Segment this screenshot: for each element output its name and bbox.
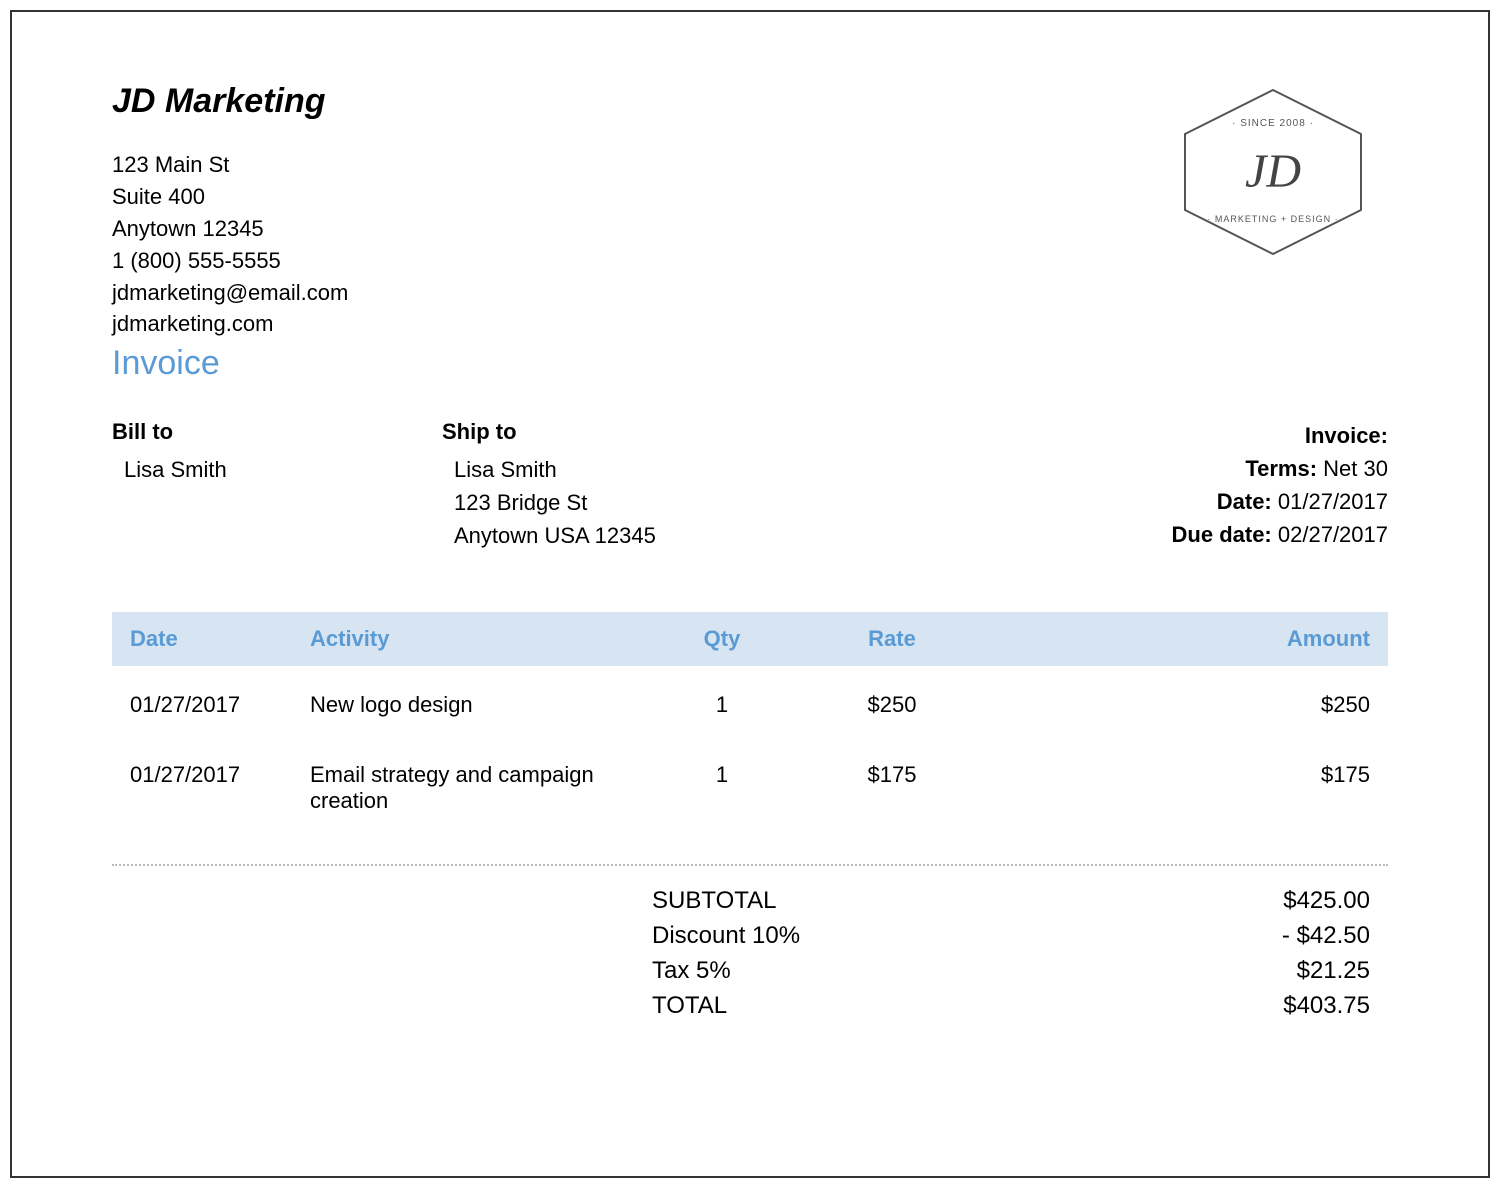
subtotal-row: SUBTOTAL $425.00 bbox=[112, 884, 1388, 919]
total-value: $403.75 bbox=[952, 989, 1388, 1024]
logo-block: · SINCE 2008 · JD · MARKETING + DESIGN · bbox=[1158, 82, 1388, 267]
bill-to-name: Lisa Smith bbox=[124, 453, 442, 486]
item-date: 01/27/2017 bbox=[112, 666, 292, 728]
item-amount: $175 bbox=[992, 728, 1388, 824]
totals-block: SUBTOTAL $425.00 Discount 10% - $42.50 T… bbox=[112, 884, 1388, 1023]
col-header-rate: Rate bbox=[792, 612, 992, 666]
col-header-qty: Qty bbox=[652, 612, 792, 666]
subtotal-value: $425.00 bbox=[952, 884, 1388, 919]
col-header-date: Date bbox=[112, 612, 292, 666]
date-value: 01/27/2017 bbox=[1278, 489, 1388, 514]
tax-row: Tax 5% $21.25 bbox=[112, 954, 1388, 989]
company-address2: Suite 400 bbox=[112, 181, 1158, 213]
company-city-zip: Anytown 12345 bbox=[112, 213, 1158, 245]
bill-to-label: Bill to bbox=[112, 419, 442, 445]
logo-tagline: · MARKETING + DESIGN · bbox=[1207, 214, 1338, 224]
tax-label: Tax 5% bbox=[652, 954, 952, 989]
ship-to-address: 123 Bridge St bbox=[454, 486, 872, 519]
invoice-number-label: Invoice: bbox=[1305, 423, 1388, 448]
ship-to-block: Ship to Lisa Smith 123 Bridge St Anytown… bbox=[442, 419, 872, 552]
invoice-meta-block: Invoice: Terms: Net 30 Date: 01/27/2017 … bbox=[872, 419, 1388, 552]
item-rate: $175 bbox=[792, 728, 992, 824]
item-qty: 1 bbox=[652, 728, 792, 824]
terms-value: Net 30 bbox=[1323, 456, 1388, 481]
discount-value: - $42.50 bbox=[952, 919, 1388, 954]
logo-initials: JD bbox=[1245, 145, 1301, 198]
tax-value: $21.25 bbox=[952, 954, 1388, 989]
item-qty: 1 bbox=[652, 666, 792, 728]
company-block: JD Marketing 123 Main St Suite 400 Anyto… bbox=[112, 82, 1158, 383]
item-amount: $250 bbox=[992, 666, 1388, 728]
company-address1: 123 Main St bbox=[112, 149, 1158, 181]
hexagon-logo-icon: · SINCE 2008 · JD · MARKETING + DESIGN · bbox=[1173, 82, 1373, 262]
item-rate: $250 bbox=[792, 666, 992, 728]
discount-row: Discount 10% - $42.50 bbox=[112, 919, 1388, 954]
total-label: TOTAL bbox=[652, 989, 952, 1024]
separator-line bbox=[112, 864, 1388, 866]
logo-since-text: · SINCE 2008 · bbox=[1232, 118, 1314, 129]
ship-to-label: Ship to bbox=[442, 419, 872, 445]
item-date: 01/27/2017 bbox=[112, 728, 292, 824]
ship-to-name: Lisa Smith bbox=[454, 453, 872, 486]
date-label: Date: bbox=[1217, 489, 1272, 514]
bill-to-block: Bill to Lisa Smith bbox=[112, 419, 442, 552]
col-header-activity: Activity bbox=[292, 612, 652, 666]
col-header-amount: Amount bbox=[992, 612, 1388, 666]
total-row: TOTAL $403.75 bbox=[112, 989, 1388, 1024]
line-items-table: Date Activity Qty Rate Amount 01/27/2017… bbox=[112, 612, 1388, 824]
terms-label: Terms: bbox=[1245, 456, 1317, 481]
item-activity: Email strategy and campaign creation bbox=[292, 728, 652, 824]
company-email: jdmarketing@email.com bbox=[112, 277, 1158, 309]
table-header-row: Date Activity Qty Rate Amount bbox=[112, 612, 1388, 666]
company-contact: 123 Main St Suite 400 Anytown 12345 1 (8… bbox=[112, 149, 1158, 340]
table-row: 01/27/2017 Email strategy and campaign c… bbox=[112, 728, 1388, 824]
ship-to-body: Lisa Smith 123 Bridge St Anytown USA 123… bbox=[442, 453, 872, 552]
due-date-label: Due date: bbox=[1172, 522, 1272, 547]
item-activity: New logo design bbox=[292, 666, 652, 728]
company-name: JD Marketing bbox=[112, 82, 1158, 121]
invoice-page: JD Marketing 123 Main St Suite 400 Anyto… bbox=[10, 10, 1490, 1178]
discount-label: Discount 10% bbox=[652, 919, 952, 954]
document-title: Invoice bbox=[112, 344, 1158, 383]
ship-to-city-zip: Anytown USA 12345 bbox=[454, 519, 872, 552]
meta-row: Bill to Lisa Smith Ship to Lisa Smith 12… bbox=[112, 419, 1388, 552]
table-row: 01/27/2017 New logo design 1 $250 $250 bbox=[112, 666, 1388, 728]
bill-to-body: Lisa Smith bbox=[112, 453, 442, 486]
company-phone: 1 (800) 555-5555 bbox=[112, 245, 1158, 277]
header-row: JD Marketing 123 Main St Suite 400 Anyto… bbox=[112, 82, 1388, 383]
subtotal-label: SUBTOTAL bbox=[652, 884, 952, 919]
due-date-value: 02/27/2017 bbox=[1278, 522, 1388, 547]
company-website: jdmarketing.com bbox=[112, 308, 1158, 340]
